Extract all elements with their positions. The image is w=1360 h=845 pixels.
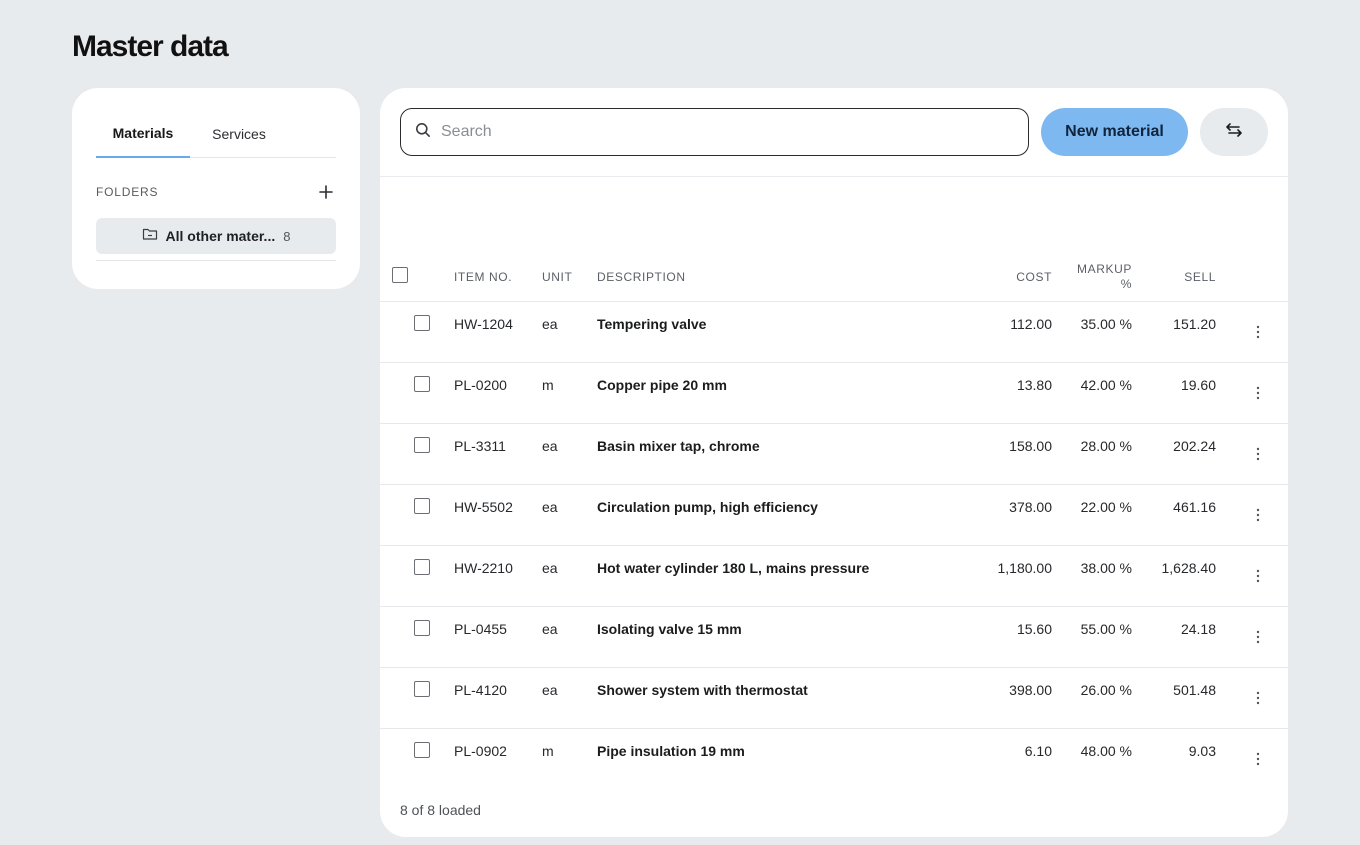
table-row[interactable]: PL-3311 ea Basin mixer tap, chrome 158.00 28… <box>380 424 1288 485</box>
more-options-icon[interactable] <box>1248 749 1268 769</box>
row-item-no: PL-3311 <box>454 438 506 454</box>
tab-services[interactable]: Services <box>190 110 288 158</box>
row-sell: 151.20 <box>1173 316 1216 332</box>
row-checkbox[interactable] <box>414 559 430 575</box>
select-all-checkbox[interactable] <box>392 267 408 283</box>
table-row[interactable]: PL-0902 m Pipe insulation 19 mm 6.10 48.00 %… <box>380 729 1288 790</box>
more-options-icon[interactable] <box>1248 627 1268 647</box>
folders-label: FOLDERS <box>96 185 159 199</box>
materials-panel: New material ITEM NO. UNIT DESCRIPTION C… <box>380 88 1288 837</box>
new-material-button[interactable]: New material <box>1041 108 1188 156</box>
sidebar-tabs: Materials Services <box>96 110 336 158</box>
row-description: Isolating valve 15 mm <box>597 621 742 637</box>
row-unit: ea <box>542 621 558 637</box>
folder-icon <box>142 227 158 246</box>
more-options-icon[interactable] <box>1248 505 1268 525</box>
swap-arrows-icon <box>1225 122 1243 143</box>
search-input[interactable] <box>441 123 1001 141</box>
row-checkbox[interactable] <box>414 376 430 392</box>
header-description: DESCRIPTION <box>597 270 686 284</box>
row-sell: 24.18 <box>1180 621 1216 637</box>
header-item-no: ITEM NO. <box>454 270 513 284</box>
row-item-no: PL-0902 <box>454 743 507 759</box>
row-item-no: HW-1204 <box>454 316 513 332</box>
header-unit: UNIT <box>542 270 573 284</box>
row-unit: ea <box>542 316 558 332</box>
row-unit: ea <box>542 560 558 576</box>
more-options-icon[interactable] <box>1248 444 1268 464</box>
more-options-icon[interactable] <box>1248 688 1268 708</box>
folders-header: FOLDERS <box>96 182 336 202</box>
row-description: Pipe insulation 19 mm <box>597 743 745 759</box>
header-sell: SELL <box>1184 270 1216 284</box>
row-description: Shower system with thermostat <box>597 682 808 698</box>
page-title: Master data <box>72 30 229 63</box>
row-checkbox[interactable] <box>414 620 430 636</box>
row-unit: ea <box>542 438 558 454</box>
row-checkbox[interactable] <box>414 315 430 331</box>
row-unit: ea <box>542 499 558 515</box>
table-row[interactable]: HW-2210 ea Hot water cylinder 180 L, mains… <box>380 546 1288 607</box>
row-description: Copper pipe 20 mm <box>597 377 727 393</box>
plus-icon[interactable] <box>316 182 336 202</box>
row-unit: ea <box>542 682 558 698</box>
table-row[interactable]: PL-0455 ea Isolating valve 15 mm 15.60 55.00… <box>380 607 1288 668</box>
search-icon <box>415 122 431 143</box>
row-checkbox[interactable] <box>414 742 430 758</box>
loaded-count: 8 of 8 loaded <box>400 802 481 818</box>
folder-name: All other mater... <box>165 228 276 244</box>
row-sell: 1,628.40 <box>1161 560 1217 576</box>
row-sell: 202.24 <box>1173 438 1216 454</box>
more-options-icon[interactable] <box>1248 322 1268 342</box>
table-row[interactable]: HW-1204 ea Tempering valve 112.00 35.00 % 151… <box>380 302 1288 363</box>
more-options-icon[interactable] <box>1248 383 1268 403</box>
row-item-no: PL-0455 <box>454 621 507 637</box>
folder-count: 8 <box>283 228 291 244</box>
search-box[interactable] <box>400 108 1029 156</box>
table-row[interactable]: PL-0200 m Copper pipe 20 mm 13.80 42.00 % 19.… <box>380 363 1288 424</box>
row-item-no: PL-4120 <box>454 682 507 698</box>
row-sell: 9.03 <box>1188 743 1216 759</box>
header-cost: COST <box>1016 270 1052 284</box>
tab-materials[interactable]: Materials <box>96 110 190 158</box>
row-sell: 501.48 <box>1173 682 1216 698</box>
row-item-no: HW-2210 <box>454 560 513 576</box>
row-sell: 461.16 <box>1173 499 1216 515</box>
row-sell: 19.60 <box>1180 377 1216 393</box>
table-header: ITEM NO. UNIT DESCRIPTION COST MARKUP % … <box>380 254 1288 302</box>
row-description: Hot water cylinder 180 L, mains pressure <box>597 560 870 576</box>
toolbar-divider <box>380 176 1288 177</box>
more-options-icon[interactable] <box>1248 566 1268 586</box>
row-checkbox[interactable] <box>414 681 430 697</box>
row-checkbox[interactable] <box>414 437 430 453</box>
folder-sidebar: Materials Services FOLDERS All other mat… <box>72 88 360 289</box>
row-unit: m <box>542 743 554 759</box>
divider <box>96 260 336 261</box>
row-checkbox[interactable] <box>414 498 430 514</box>
row-unit: m <box>542 377 554 393</box>
swap-button[interactable] <box>1200 108 1268 156</box>
table-row[interactable]: PL-4120 ea Shower system with thermostat 39… <box>380 668 1288 729</box>
folder-item-all-other[interactable]: All other mater... 8 <box>96 218 336 254</box>
row-description: Basin mixer tap, chrome <box>597 438 760 454</box>
row-item-no: HW-5502 <box>454 499 513 515</box>
row-item-no: PL-0200 <box>454 377 507 393</box>
table-row[interactable]: HW-5502 ea Circulation pump, high efficien… <box>380 485 1288 546</box>
row-description: Tempering valve <box>597 316 707 332</box>
row-description: Circulation pump, high efficiency <box>597 499 818 515</box>
